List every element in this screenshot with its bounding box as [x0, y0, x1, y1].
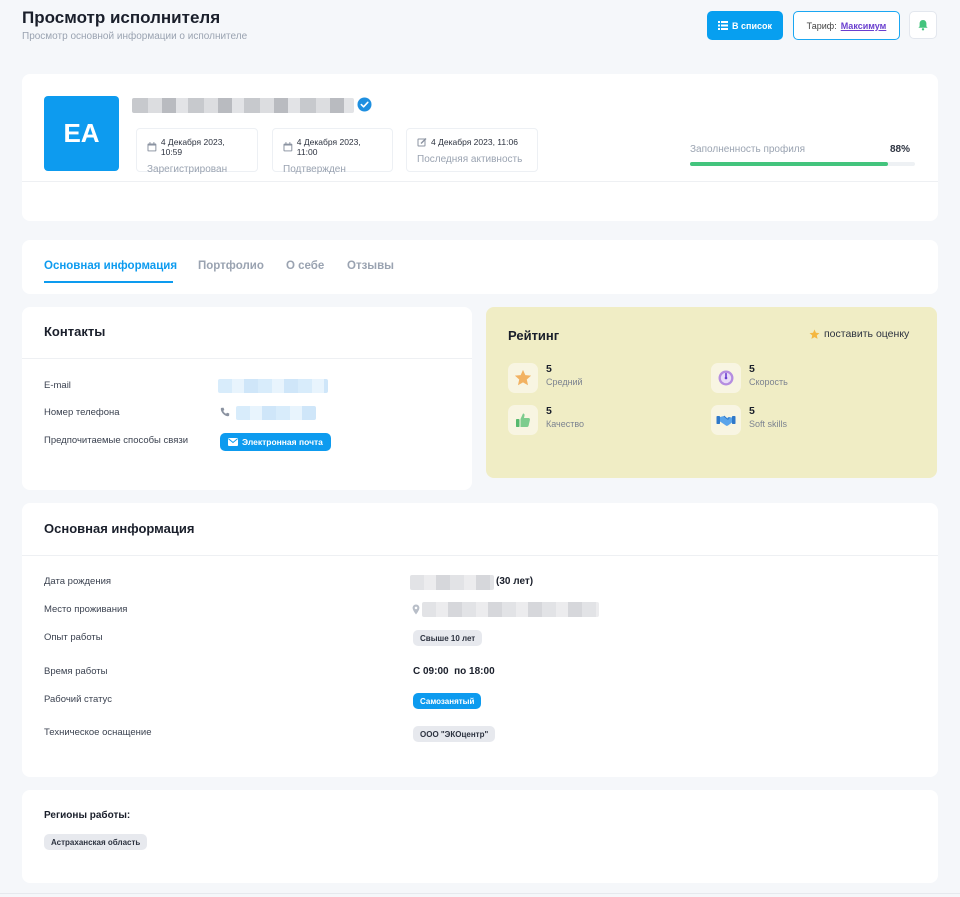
residence-label: Место проживания [44, 604, 128, 615]
regions-card: Регионы работы: Астраханская область [22, 790, 938, 883]
preferred-contact-value: Электронная почта [242, 437, 323, 447]
last-activity-date-box: 4 Декабря 2023, 11:06 Последняя активнос… [406, 128, 538, 172]
bell-icon [918, 20, 928, 31]
list-button-label: В список [732, 20, 772, 31]
rating-quality-label: Качество [546, 419, 585, 429]
rating-item-average: 5 Средний [508, 363, 583, 393]
star-icon [809, 329, 820, 339]
experience-badge: Свыше 10 лет [413, 630, 483, 646]
list-icon [718, 21, 728, 30]
rating-item-soft-skills: 5 Soft skills [711, 405, 787, 435]
page-title: Просмотр исполнителя [22, 8, 221, 27]
work-hours-label: Время работы [44, 666, 108, 677]
rating-speed-value: 5 [749, 363, 755, 375]
list-button[interactable]: В список [707, 11, 783, 40]
edit-icon [417, 138, 427, 147]
last-activity-date: 4 Декабря 2023, 11:06 [431, 137, 518, 147]
handshake-icon [716, 415, 736, 426]
birth-age: (30 лет) [496, 576, 534, 587]
speedometer-icon [718, 370, 734, 386]
rating-speed-label: Скорость [749, 377, 788, 387]
work-hours-value: С 09:00 по 18:00 [413, 666, 495, 677]
preferred-contact-chip: Электронная почта [220, 433, 331, 451]
birth-date-redacted [410, 575, 494, 590]
profile-divider [22, 181, 938, 182]
rating-soft-skills-label: Soft skills [749, 419, 788, 429]
tariff-button[interactable]: Тариф: Максимум [793, 11, 900, 40]
rate-button-label: поставить оценку [824, 328, 910, 340]
verified-icon [357, 97, 372, 112]
tab-reviews[interactable]: Отзывы [347, 260, 394, 272]
profile-fill-bar [690, 162, 888, 166]
tab-basic-info[interactable]: Основная информация [44, 260, 177, 272]
last-activity-label: Последняя активность [417, 154, 523, 165]
rating-item-speed: 5 Скорость [711, 363, 788, 393]
contacts-title: Контакты [44, 324, 106, 339]
avatar: EA [44, 96, 119, 171]
work-status-badge: Самозанятый [413, 693, 482, 709]
registered-date: 4 Декабря 2023, 10:59 [160, 137, 225, 157]
basic-info-title: Основная информация [44, 521, 195, 536]
location-pin-icon [412, 604, 420, 615]
user-name-redacted [132, 98, 354, 113]
regions-title: Регионы работы: [44, 810, 131, 821]
phone-icon [220, 407, 230, 417]
page-subtitle: Просмотр основной информации о исполните… [22, 31, 248, 42]
experience-label: Опыт работы [44, 632, 103, 643]
email-value-redacted [218, 379, 328, 393]
rating-average-label: Средний [546, 377, 583, 387]
active-tab-indicator [44, 281, 173, 283]
confirmed-date-box: 4 Декабря 2023, 11:00 Подтвержден [272, 128, 393, 175]
star-icon [514, 369, 532, 386]
profile-fill-track [690, 162, 915, 166]
calendar-icon [283, 142, 293, 152]
residence-redacted [422, 602, 599, 617]
rating-average-value: 5 [546, 363, 552, 375]
phone-label: Номер телефона [44, 407, 120, 418]
work-status-label: Рабочий статус [44, 694, 112, 705]
phone-value-redacted [236, 406, 316, 420]
preferred-contact-label: Предпочитаемые способы связи [44, 435, 189, 446]
equipment-badge: ООО "ЭКОцентр" [413, 726, 496, 742]
calendar-icon [147, 142, 157, 152]
rating-soft-skills-value: 5 [749, 405, 755, 417]
thumbs-up-icon [516, 413, 530, 427]
tab-about[interactable]: О себе [286, 260, 324, 272]
rate-button[interactable]: поставить оценку [809, 328, 909, 340]
region-chip: Астраханская область [44, 834, 148, 850]
profile-fill-value: 88% [890, 144, 911, 155]
birth-date-label: Дата рождения [44, 576, 112, 587]
contacts-divider [22, 358, 472, 359]
profile-fill-label: Заполненность профиля [690, 144, 806, 155]
basic-info-card: Основная информация Дата рождения (30 ле… [22, 503, 938, 777]
registered-date-box: 4 Декабря 2023, 10:59 Зарегистрирован [136, 128, 258, 175]
confirmed-date: 4 Декабря 2023, 11:00 [296, 137, 361, 157]
email-label: E-mail [44, 380, 71, 391]
page-bottom-divider [0, 893, 960, 894]
rating-item-quality: 5 Качество [508, 405, 584, 435]
tariff-label: Тариф: [806, 20, 837, 31]
tab-portfolio[interactable]: Портфолио [198, 260, 264, 272]
profile-card: EA 4 Декабря 2023, 10:59 Зарегистрирован… [22, 74, 938, 221]
mail-icon [228, 438, 238, 446]
rating-card: Рейтинг поставить оценку 5 Средний 5 Ско… [486, 307, 937, 478]
notifications-button[interactable] [909, 11, 937, 39]
tabs-bar: Основная информация Портфолио О себе Отз… [22, 240, 938, 294]
rating-title: Рейтинг [508, 328, 560, 343]
confirmed-label: Подтвержден [283, 164, 346, 175]
contacts-card: Контакты E-mail Номер телефона Предпочит… [22, 307, 472, 490]
rating-quality-value: 5 [546, 405, 552, 417]
equipment-label: Техническое оснащение [44, 727, 152, 738]
registered-label: Зарегистрирован [147, 164, 228, 175]
tariff-value[interactable]: Максимум [841, 21, 887, 31]
basic-info-divider [22, 555, 938, 556]
